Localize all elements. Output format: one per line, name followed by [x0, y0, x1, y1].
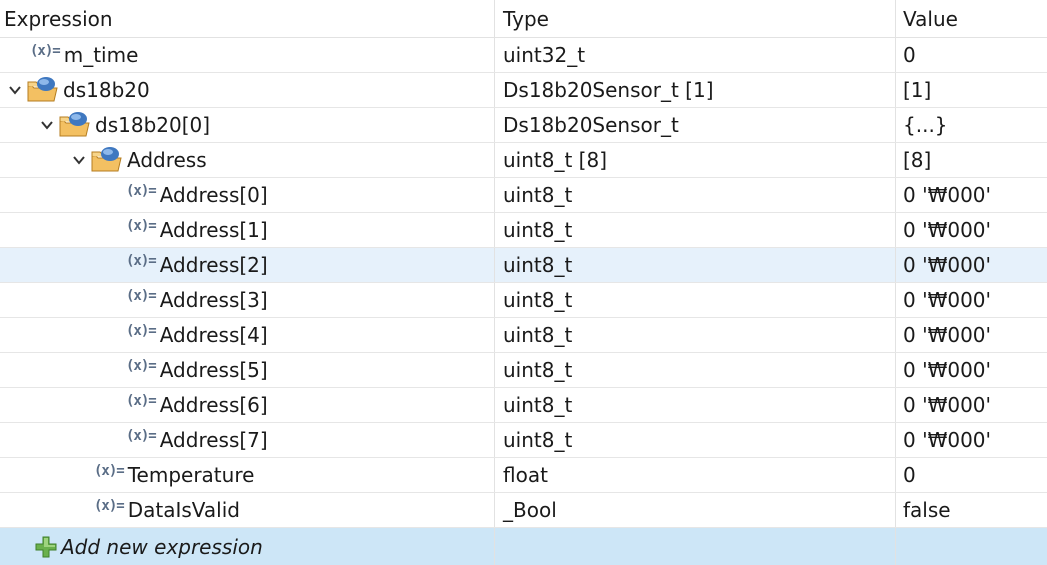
variable-icon: (x)= [94, 498, 125, 514]
value-cell[interactable]: 0 '₩000' [895, 353, 1047, 387]
expression-name: Address[0] [159, 183, 268, 207]
expression-row[interactable]: (x)= Address[1] uint8_t 0 '₩000' [0, 213, 1047, 248]
expression-cell: (x)= m_time [0, 38, 494, 72]
add-expression-cell[interactable]: Add new expression [0, 528, 494, 565]
value-cell[interactable]: 0 '₩000' [895, 213, 1047, 247]
expression-row[interactable]: (x)= Address[7] uint8_t 0 '₩000' [0, 423, 1047, 458]
type-cell: uint8_t [494, 248, 895, 282]
type-cell: uint8_t [494, 423, 895, 457]
expression-name: Address[2] [159, 253, 268, 277]
add-new-expression-label: Add new expression [61, 534, 263, 559]
variable-icon: (x)= [126, 288, 157, 304]
variable-icon: (x)= [126, 218, 157, 234]
value-cell[interactable]: [8] [895, 143, 1047, 177]
value-cell[interactable]: false [895, 493, 1047, 527]
type-cell: uint8_t [494, 178, 895, 212]
value-cell[interactable]: 0 '₩000' [895, 248, 1047, 282]
expression-name: ds18b20 [63, 78, 150, 102]
variable-icon: (x)= [126, 183, 157, 199]
expression-cell: (x)= Address[7] [0, 423, 494, 457]
column-header-value[interactable]: Value [895, 0, 1047, 37]
variable-icon: (x)= [126, 393, 157, 409]
chevron-down-icon[interactable] [68, 149, 90, 171]
expression-cell: ds18b20[0] [0, 108, 494, 142]
expression-name: Address[3] [159, 288, 268, 312]
expression-cell: (x)= Address[6] [0, 388, 494, 422]
type-cell: _Bool [494, 493, 895, 527]
value-cell[interactable]: 0 [895, 458, 1047, 492]
expression-name: Address[7] [159, 428, 268, 452]
expression-row-selected[interactable]: (x)= Address[2] uint8_t 0 '₩000' [0, 248, 1047, 283]
expression-cell: (x)= Address[2] [0, 248, 494, 282]
chevron-down-icon[interactable] [4, 79, 26, 101]
value-cell[interactable]: 0 '₩000' [895, 178, 1047, 212]
variable-icon: (x)= [126, 253, 157, 269]
expression-row[interactable]: (x)= Address[6] uint8_t 0 '₩000' [0, 388, 1047, 423]
type-cell: float [494, 458, 895, 492]
folder-struct-icon [58, 111, 92, 139]
expression-row[interactable]: Address uint8_t [8] [8] [0, 143, 1047, 178]
type-cell: uint8_t [494, 353, 895, 387]
expression-row[interactable]: ds18b20 Ds18b20Sensor_t [1] [1] [0, 73, 1047, 108]
column-header-expression[interactable]: Expression [0, 0, 494, 37]
expression-row[interactable]: (x)= Address[4] uint8_t 0 '₩000' [0, 318, 1047, 353]
expression-name: Address[4] [159, 323, 268, 347]
expression-cell: (x)= Address[5] [0, 353, 494, 387]
expression-row[interactable]: (x)= Address[5] uint8_t 0 '₩000' [0, 353, 1047, 388]
type-cell [494, 528, 895, 565]
type-cell: Ds18b20Sensor_t [1] [494, 73, 895, 107]
value-cell[interactable]: {...} [895, 108, 1047, 142]
type-cell: uint8_t [494, 388, 895, 422]
expression-row[interactable]: ds18b20[0] Ds18b20Sensor_t {...} [0, 108, 1047, 143]
expression-cell: Address [0, 143, 494, 177]
expression-name: Address[1] [159, 218, 268, 242]
value-cell[interactable]: 0 '₩000' [895, 283, 1047, 317]
add-new-expression-row[interactable]: Add new expression [0, 528, 1047, 565]
expression-name: Address[6] [159, 393, 268, 417]
value-cell[interactable]: 0 [895, 38, 1047, 72]
type-cell: Ds18b20Sensor_t [494, 108, 895, 142]
expression-cell: (x)= Temperature [0, 458, 494, 492]
column-header: Expression Type Value [0, 0, 1047, 38]
folder-struct-icon [90, 146, 124, 174]
chevron-down-icon[interactable] [36, 114, 58, 136]
expressions-view: Expression Type Value (x)= m_time uint32… [0, 0, 1047, 565]
expression-name: Address[5] [159, 358, 268, 382]
type-cell: uint32_t [494, 38, 895, 72]
variable-icon: (x)= [126, 428, 157, 444]
expression-cell: (x)= Address[1] [0, 213, 494, 247]
expression-row[interactable]: (x)= m_time uint32_t 0 [0, 38, 1047, 73]
expression-name: DataIsValid [127, 498, 240, 522]
variable-icon: (x)= [30, 43, 61, 59]
expression-name: Temperature [127, 463, 255, 487]
expression-name: Address [127, 148, 207, 172]
value-cell [895, 528, 1047, 565]
value-cell[interactable]: 0 '₩000' [895, 318, 1047, 352]
plus-icon [34, 535, 58, 559]
folder-struct-icon [26, 76, 60, 104]
value-cell[interactable]: 0 '₩000' [895, 423, 1047, 457]
expression-row[interactable]: (x)= Address[0] uint8_t 0 '₩000' [0, 178, 1047, 213]
expression-name: ds18b20[0] [95, 113, 211, 137]
type-cell: uint8_t [494, 283, 895, 317]
type-cell: uint8_t [494, 318, 895, 352]
variable-icon: (x)= [126, 323, 157, 339]
expression-cell: (x)= Address[3] [0, 283, 494, 317]
variable-icon: (x)= [94, 463, 125, 479]
expression-cell: (x)= DataIsValid [0, 493, 494, 527]
expression-name: m_time [63, 43, 139, 67]
expression-row[interactable]: (x)= DataIsValid _Bool false [0, 493, 1047, 528]
type-cell: uint8_t [8] [494, 143, 895, 177]
column-header-type[interactable]: Type [494, 0, 895, 37]
expression-cell: (x)= Address[0] [0, 178, 494, 212]
expression-cell: ds18b20 [0, 73, 494, 107]
type-cell: uint8_t [494, 213, 895, 247]
expression-cell: (x)= Address[4] [0, 318, 494, 352]
expression-row[interactable]: (x)= Address[3] uint8_t 0 '₩000' [0, 283, 1047, 318]
value-cell[interactable]: 0 '₩000' [895, 388, 1047, 422]
expression-row[interactable]: (x)= Temperature float 0 [0, 458, 1047, 493]
variable-icon: (x)= [126, 358, 157, 374]
value-cell[interactable]: [1] [895, 73, 1047, 107]
